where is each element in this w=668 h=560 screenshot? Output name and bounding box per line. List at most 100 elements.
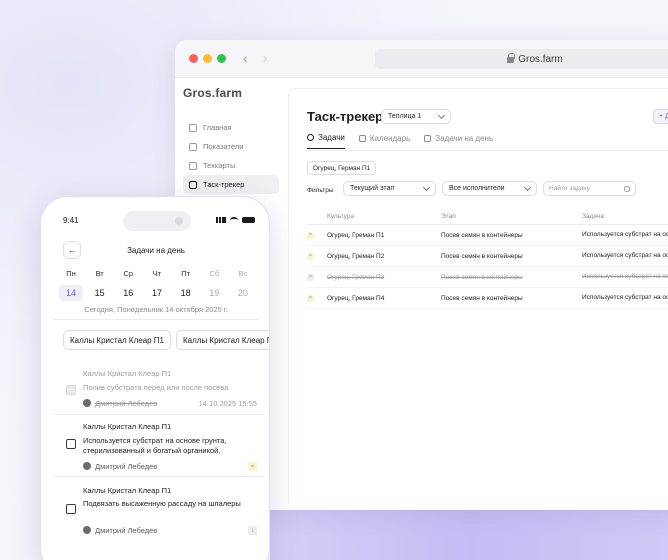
task-date: 14.10.2025 15:55 (198, 399, 257, 408)
cell-culture: Огурец, Греман П2 (327, 252, 385, 260)
tab-label: Календарь (369, 133, 411, 143)
forward-arrow-icon[interactable]: › (263, 50, 268, 66)
greenhouse-select-value: Теплица 1 (388, 113, 422, 120)
tabs: Задачи Календарь Задачи на день (307, 133, 493, 149)
stage-select[interactable]: Текущий этап (343, 181, 436, 196)
browser-titlebar: ‹ › Gros.farm (175, 40, 668, 78)
table-row[interactable]: = Огурец, Греман П4 Посев семян в контей… (307, 288, 668, 309)
avatar (83, 462, 91, 470)
task-title: Каллы Кристал Клеар П1 (83, 369, 172, 378)
tab-daily-tasks[interactable]: Задачи на день (424, 133, 493, 149)
task-checkbox[interactable] (66, 439, 76, 449)
task-card[interactable]: Каллы Кристал Клеар П1 Полив субстрата п… (53, 363, 265, 415)
chart-icon (189, 142, 197, 151)
weekday-label: Ср (123, 269, 134, 278)
priority-icon: = (307, 294, 314, 302)
wifi-icon (230, 217, 238, 223)
task-checkbox[interactable] (66, 504, 76, 514)
sidebar-item-label: Таск-трекер (203, 180, 245, 189)
tab-label: Задачи (318, 133, 345, 142)
cell-task: Используется субстрат на основе грунта, … (582, 294, 668, 301)
home-icon (189, 123, 197, 132)
cell-stage: Посев семян в контейнеры (441, 252, 523, 260)
sidebar-item-label: Показатели (203, 142, 244, 151)
day-cell[interactable]: 16 (116, 285, 140, 301)
add-task-button[interactable]: + Д (653, 109, 668, 124)
cell-culture: Огурец, Греман П3 (327, 273, 385, 281)
tab-tasks[interactable]: Задачи (307, 133, 345, 149)
executor-select[interactable]: Все исполнители (442, 181, 537, 196)
maximize-window-button[interactable] (217, 54, 226, 63)
address-bar[interactable]: Gros.farm (375, 49, 668, 69)
search-placeholder: Найти задачу (549, 185, 590, 192)
task-author: Дмитрий Лебедев (95, 526, 158, 535)
chevron-down-icon (523, 183, 532, 191)
search-icon (624, 185, 630, 192)
sidebar-item-metrics[interactable]: Показатели (183, 137, 279, 156)
dynamic-island (123, 211, 191, 231)
weekday-label: Чт (152, 269, 162, 278)
culture-chip[interactable]: Каллы Кристал Клеар П1 (176, 330, 269, 350)
task-search-input[interactable]: Найти задачу (543, 181, 636, 196)
app-logo: Gros.farm (183, 86, 243, 100)
task-card[interactable]: Каллы Кристал Клеар П1 Подвязать высажен… (53, 477, 265, 543)
page-title: Таск-трекер (307, 109, 384, 124)
battery-icon (242, 217, 255, 223)
avatar (83, 399, 91, 407)
cell-culture: Огурец, Греман П4 (327, 294, 385, 302)
tab-calendar[interactable]: Календарь (358, 133, 411, 149)
day-cell[interactable]: 15 (88, 285, 112, 301)
calendar-icon (189, 180, 197, 189)
table-row[interactable]: = Огурец, Греман П1 Посев семян в контей… (307, 225, 668, 246)
back-arrow-icon[interactable]: ‹ (243, 50, 248, 66)
weekday-label: Пт (181, 269, 191, 278)
tab-label: Задачи на день (435, 133, 494, 143)
cell-task: Используется субстрат на основе грунта, … (582, 252, 668, 259)
filters-label: Фильтры (307, 187, 334, 194)
column-header[interactable]: Этап (441, 213, 582, 220)
task-author: Дмитрий Лебедев (95, 462, 158, 471)
lock-icon (507, 53, 516, 63)
task-author: Дмитрий Лебедев (95, 399, 158, 408)
day-cell[interactable]: 19 (202, 285, 226, 301)
avatar (83, 526, 91, 534)
table-row[interactable]: = Огурец, Греман П3 Посев семян в контей… (307, 267, 668, 288)
today-caption: Сегодня, Понедельник 14 октября 2025 г. (84, 305, 228, 314)
task-text: Используется субстрат на основе грунта, … (83, 436, 227, 455)
calendar-day-icon (424, 134, 432, 142)
cell-task: Используется субстрат на основе грунта, … (582, 231, 668, 238)
greenhouse-select[interactable]: Теплица 1 (381, 109, 451, 124)
cell-stage: Посев семян в контейнеры (441, 231, 523, 239)
screen-title: Задачи на день (127, 246, 185, 255)
day-cell[interactable]: 17 (145, 285, 169, 301)
close-window-button[interactable] (189, 54, 198, 63)
sidebar-item-task-tracker[interactable]: Таск-трекер (183, 175, 279, 194)
day-cell[interactable]: 20 (231, 285, 255, 301)
sidebar-item-label: Главная (203, 123, 232, 132)
sidebar-item-home[interactable]: Главная (183, 118, 279, 137)
table-row[interactable]: = Огурец, Греман П2 Посев семян в контей… (307, 246, 668, 267)
weekday-label: Сб (209, 269, 220, 278)
day-cell[interactable]: 18 (174, 285, 198, 301)
task-title: Каллы Кристал Клеар П1 (83, 486, 172, 495)
weekday-label: Вт (95, 269, 104, 278)
tasks-icon (307, 134, 314, 141)
day-cell-selected[interactable]: 14 (59, 285, 83, 301)
task-card[interactable]: Каллы Кристал Клеар П1 Используется субс… (53, 415, 265, 477)
culture-filter-chip[interactable]: Огурец, Герман П1 (307, 161, 377, 175)
sidebar-item-label: Техкарты (203, 161, 236, 170)
weekday-row: Пн Вт Ср Чт Пт Сб Вс (59, 269, 255, 278)
task-checkbox-checked[interactable] (66, 385, 76, 395)
column-header[interactable]: Культура (327, 213, 441, 220)
minimize-window-button[interactable] (203, 54, 212, 63)
sidebar-item-techcards[interactable]: Техкарты (183, 156, 279, 175)
cell-stage: Посев семян в контейнеры (441, 294, 523, 302)
calendar-icon (358, 134, 366, 142)
day-picker: 14 15 16 17 18 19 20 (59, 285, 255, 301)
priority-icon: = (307, 273, 314, 281)
priority-icon: = (248, 462, 257, 471)
column-header[interactable]: Задача (582, 213, 668, 221)
culture-chip[interactable]: Каллы Кристал Клеар П1 (63, 330, 172, 350)
weekday-label: Пн (66, 269, 76, 278)
cell-culture: Огурец, Греман П1 (327, 231, 385, 239)
